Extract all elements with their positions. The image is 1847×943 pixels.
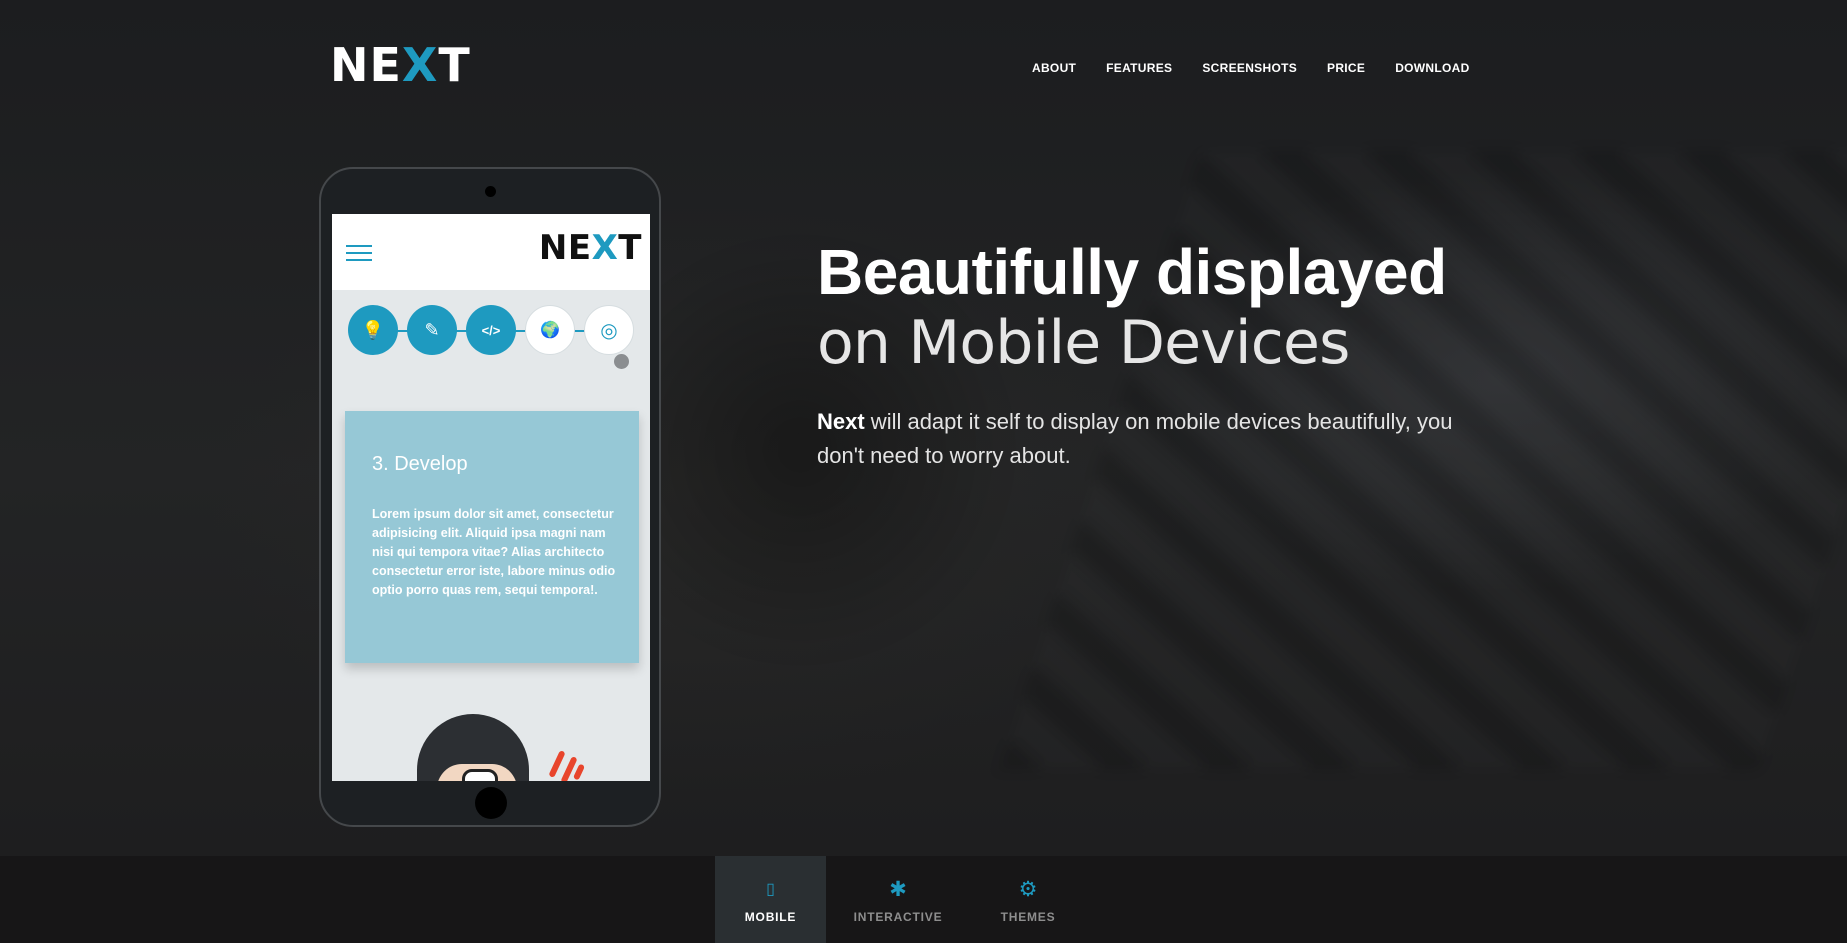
home-button	[475, 787, 507, 819]
mobile-logo-x: X	[591, 228, 619, 268]
phone-camera	[485, 186, 496, 197]
tab-themes[interactable]: ⚙ THEMES	[978, 856, 1078, 943]
feature-tabs: ▯ MOBILE ✱ INTERACTIVE ⚙ THEMES	[0, 856, 1847, 943]
edit-icon[interactable]: ✎	[407, 305, 457, 355]
step-progress: 💡 ✎ </> 🌍 ◎	[348, 305, 634, 357]
nav-features[interactable]: FEATURES	[1106, 61, 1172, 75]
mobile-header: NEXT	[332, 214, 650, 290]
step-card: 3. Develop Lorem ipsum dolor sit amet, c…	[345, 411, 639, 663]
asterisk-icon: ✱	[889, 877, 907, 901]
desc-text: will adapt it self to display on mobile …	[817, 409, 1453, 468]
hamburger-menu-icon[interactable]	[346, 245, 372, 266]
gear-icon: ⚙	[1018, 877, 1038, 901]
hero-description: Next will adapt it self to display on mo…	[817, 405, 1457, 473]
tab-interactive-label: INTERACTIVE	[853, 909, 943, 924]
code-icon[interactable]: </>	[466, 305, 516, 355]
globe-icon[interactable]: 🌍	[525, 305, 575, 355]
logo-text-post: T	[438, 38, 471, 92]
headline-line1: Beautifully displayed	[817, 236, 1447, 308]
logo[interactable]: NEXT	[330, 42, 471, 88]
lifebuoy-icon[interactable]: ◎	[584, 305, 634, 355]
tab-mobile[interactable]: ▯ MOBILE	[715, 856, 826, 943]
tab-interactive[interactable]: ✱ INTERACTIVE	[846, 856, 950, 943]
phone-mockup: NEXT 💡 ✎ </> 🌍 ◎ 3. Develop Lorem ipsum …	[319, 167, 661, 827]
desc-brand: Next	[817, 409, 865, 434]
lightbulb-icon[interactable]: 💡	[348, 305, 398, 355]
logo-text-x: X	[401, 38, 439, 92]
card-title: 3. Develop	[372, 453, 468, 475]
tab-themes-label: THEMES	[1000, 909, 1056, 924]
scroll-indicator	[614, 354, 629, 369]
logo-text-pre: NE	[330, 38, 402, 92]
tab-mobile-label: MOBILE	[744, 909, 797, 924]
nav-price[interactable]: PRICE	[1327, 61, 1365, 75]
mobile-logo-pre: NE	[538, 228, 592, 268]
mobile-icon: ▯	[766, 880, 775, 898]
nav-about[interactable]: ABOUT	[1032, 61, 1076, 75]
mobile-logo-post: T	[618, 228, 642, 268]
nav-download[interactable]: DOWNLOAD	[1395, 61, 1469, 75]
card-text: Lorem ipsum dolor sit amet, consectetur …	[372, 507, 616, 597]
nav-screenshots[interactable]: SCREENSHOTS	[1202, 61, 1297, 75]
phone-screen: NEXT 💡 ✎ </> 🌍 ◎ 3. Develop Lorem ipsum …	[332, 214, 650, 781]
mobile-logo: NEXT	[539, 228, 642, 268]
character-illustration	[417, 714, 537, 781]
hero-headline: Beautifully displayed on Mobile Devices	[817, 236, 1447, 378]
main-nav: ABOUT FEATURES SCREENSHOTS PRICE DOWNLOA…	[1032, 61, 1470, 75]
headline-line2: on Mobile Devices	[817, 308, 1350, 378]
